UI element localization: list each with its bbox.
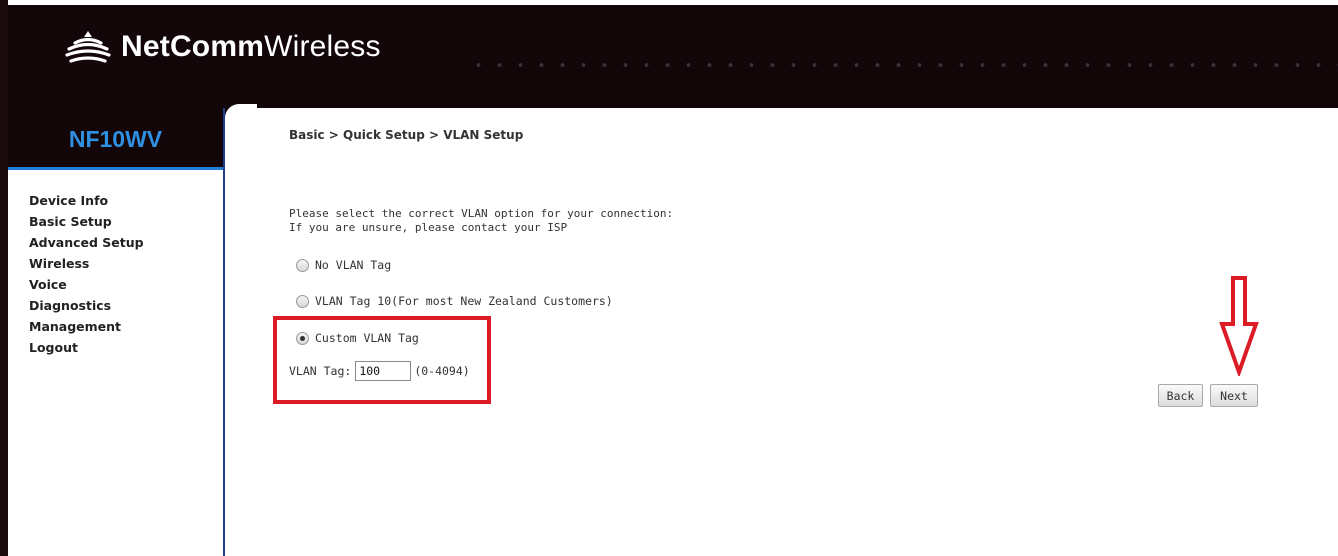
sidebar-item-device-info[interactable]: Device Info (29, 190, 144, 211)
model-name: NF10WV (68, 126, 163, 152)
radio-vlan-10[interactable] (296, 294, 309, 308)
brand-name: NetCommWireless (121, 30, 381, 63)
option-no-vlan[interactable]: No VLAN Tag (296, 258, 391, 272)
sidebar-item-logout[interactable]: Logout (29, 337, 144, 358)
option-vlan-10[interactable]: VLAN Tag 10(For most New Zealand Custome… (296, 294, 613, 308)
breadcrumb: Basic > Quick Setup > VLAN Setup (289, 128, 524, 142)
radio-no-vlan[interactable] (296, 258, 309, 272)
wifi-logo-icon (65, 31, 111, 63)
highlight-box (273, 316, 491, 404)
sidebar: NF10WV Device Info Basic Setup Advanced … (8, 108, 225, 556)
instruction-line-1: Please select the correct VLAN option fo… (289, 207, 674, 220)
instructions: Please select the correct VLAN option fo… (289, 207, 673, 235)
down-arrow-icon (1219, 276, 1259, 376)
sidebar-item-management[interactable]: Management (29, 316, 144, 337)
sidebar-item-basic-setup[interactable]: Basic Setup (29, 211, 144, 232)
option-vlan-10-label: VLAN Tag 10(For most New Zealand Custome… (315, 294, 613, 308)
sidebar-nav: Device Info Basic Setup Advanced Setup W… (29, 190, 144, 358)
instruction-line-2: If you are unsure, please contact your I… (289, 221, 568, 234)
next-button[interactable]: Next (1210, 384, 1258, 407)
header-dot-pattern (468, 55, 1338, 75)
back-button[interactable]: Back (1158, 384, 1203, 407)
header-bar: NetCommWireless (8, 5, 1338, 108)
sidebar-item-voice[interactable]: Voice (29, 274, 144, 295)
brand-logo: NetCommWireless (63, 27, 381, 67)
frame-edge (0, 0, 8, 556)
sidebar-item-diagnostics[interactable]: Diagnostics (29, 295, 144, 316)
option-no-vlan-label: No VLAN Tag (315, 258, 392, 272)
sidebar-item-wireless[interactable]: Wireless (29, 253, 144, 274)
sidebar-item-advanced-setup[interactable]: Advanced Setup (29, 232, 144, 253)
model-banner: NF10WV (8, 108, 223, 170)
